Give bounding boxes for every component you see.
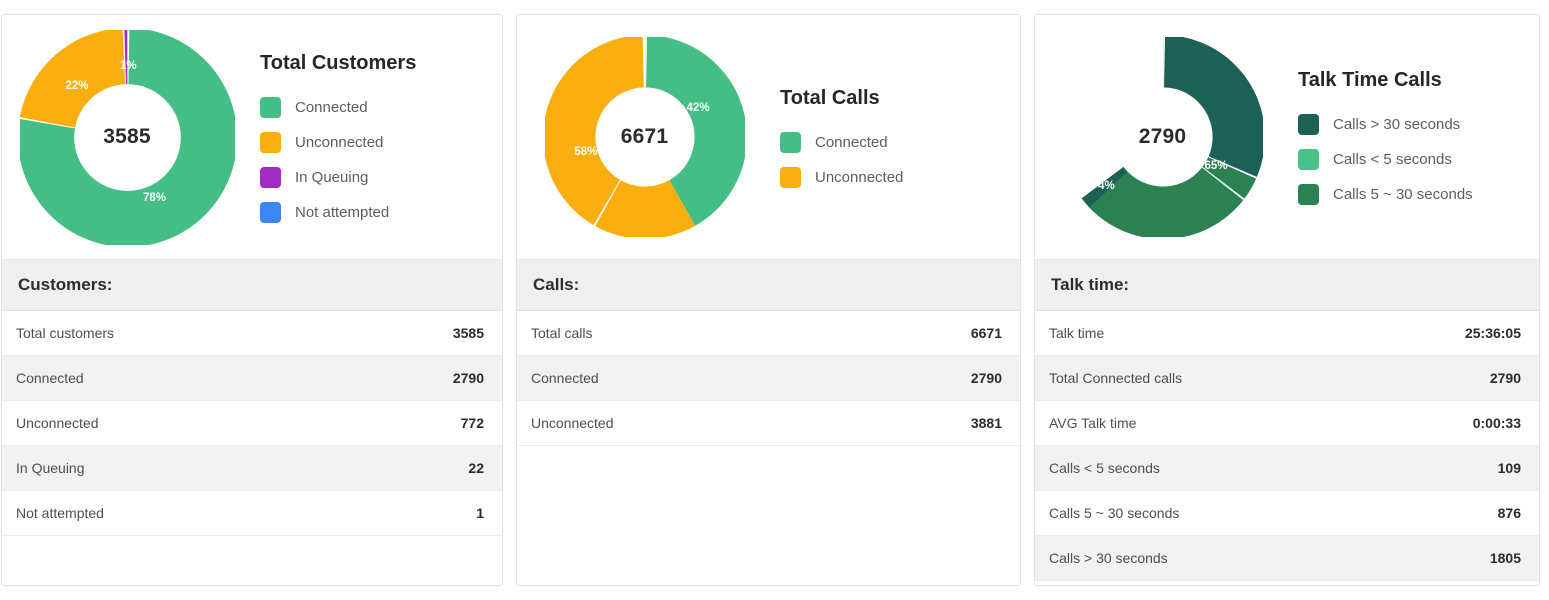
table-row: AVG Talk time 0:00:33 — [1035, 401, 1539, 446]
row-value: 2790 — [970, 370, 1002, 386]
table-header-talk-time: Talk time: — [1035, 260, 1539, 311]
legend-swatch-icon-in-queuing — [260, 166, 281, 188]
row-label: Unconnected — [531, 415, 614, 431]
card-total-calls: 6671 42% 58% Total Calls Connected Uncon… — [516, 14, 1021, 586]
legend-talk-time: Talk Time Calls Calls > 30 seconds Calls… — [1290, 69, 1473, 205]
row-label: Calls < 5 seconds — [1049, 460, 1160, 476]
table-row: Total calls 6671 — [517, 311, 1020, 356]
row-label: Connected — [531, 370, 599, 386]
legend-label-unconnected: Unconnected — [295, 133, 384, 151]
table-body-calls: Total calls 6671 Connected 2790 Unconnec… — [517, 311, 1020, 585]
row-value: 22 — [468, 460, 484, 476]
row-value: 1 — [476, 505, 484, 521]
chart-area-customers: 3585 78% 22% 1% Total Customers Connecte… — [2, 15, 502, 260]
legend-label-calls-under-5: Calls < 5 seconds — [1333, 151, 1452, 168]
row-value: 2790 — [1489, 370, 1521, 386]
donut-svg-customers — [19, 29, 235, 245]
legend-swatch-icon-connected — [260, 96, 281, 118]
row-label: Unconnected — [16, 415, 99, 431]
legend-item-calls-5-to-30[interactable]: Calls 5 ~ 30 seconds — [1298, 184, 1473, 205]
table-row: Total Connected calls 2790 — [1035, 356, 1539, 401]
donut-svg-calls — [544, 37, 745, 237]
legend-item-calls-over-30[interactable]: Calls > 30 seconds — [1298, 114, 1473, 135]
row-value: 3881 — [970, 415, 1002, 431]
legend-label-in-queuing: In Queuing — [295, 168, 369, 186]
chart-title-customers: Total Customers — [260, 51, 417, 74]
chart-title-calls: Total Calls — [780, 86, 880, 109]
row-label: Talk time — [1049, 325, 1105, 341]
table-row: Not attempted 1 — [2, 491, 502, 536]
table-row: Talk time 25:36:05 — [1035, 311, 1539, 356]
table-row: Calls > 30 seconds 1805 — [1035, 536, 1539, 581]
row-label: Calls > 30 seconds — [1049, 550, 1168, 566]
table-row: Total customers 3585 — [2, 311, 502, 356]
row-value: 2790 — [452, 370, 484, 386]
row-label: Total customers — [16, 325, 115, 341]
card-talk-time: 2790 65% 4% 31% Talk Time Calls Calls > … — [1034, 14, 1540, 586]
legend-swatch-icon-calls-over-30 — [1298, 114, 1319, 135]
donut-chart-talk-time[interactable]: 2790 65% 4% 31% — [1035, 15, 1290, 260]
table-row: Connected 2790 — [517, 356, 1020, 401]
row-value: 25:36:05 — [1464, 325, 1521, 341]
legend-label-calls-5-to-30: Calls 5 ~ 30 seconds — [1333, 186, 1473, 203]
row-label: Calls 5 ~ 30 seconds — [1049, 505, 1180, 521]
row-label: Total Connected calls — [1049, 370, 1183, 386]
donut-svg-talk-time — [1062, 37, 1263, 237]
card-total-customers: 3585 78% 22% 1% Total Customers Connecte… — [1, 14, 503, 586]
legend-item-unconnected[interactable]: Unconnected — [780, 166, 904, 188]
table-body-customers: Total customers 3585 Connected 2790 Unco… — [2, 311, 502, 585]
row-value: 772 — [460, 415, 484, 431]
legend-customers: Total Customers Connected Unconnected In… — [252, 52, 416, 223]
legend-item-connected[interactable]: Connected — [260, 96, 416, 118]
table-header-customers: Customers: — [2, 260, 502, 311]
legend-item-not-attempted[interactable]: Not attempted — [260, 201, 416, 223]
chart-area-calls: 6671 42% 58% Total Calls Connected Uncon… — [517, 15, 1020, 260]
row-label: Total calls — [531, 325, 593, 341]
legend-calls: Total Calls Connected Unconnected — [772, 87, 903, 188]
legend-label-connected: Connected — [295, 98, 368, 116]
table-row: In Queuing 22 — [2, 446, 502, 491]
chart-title-talk-time: Talk Time Calls — [1298, 69, 1442, 91]
dashboard-root: 3585 78% 22% 1% Total Customers Connecte… — [0, 0, 1549, 600]
table-body-talk-time: Talk time 25:36:05 Total Connected calls… — [1035, 311, 1539, 585]
donut-chart-customers[interactable]: 3585 78% 22% 1% — [2, 15, 252, 260]
legend-swatch-icon-calls-5-to-30 — [1298, 184, 1319, 205]
legend-swatch-icon-not-attempted — [260, 201, 281, 223]
row-label: Connected — [16, 370, 84, 386]
table-row: Unconnected 3881 — [517, 401, 1020, 446]
legend-swatch-icon-unconnected — [260, 131, 281, 153]
row-label: In Queuing — [16, 460, 85, 476]
row-value: 109 — [1497, 460, 1521, 476]
legend-label-connected: Connected — [815, 133, 888, 151]
table-row: Calls 5 ~ 30 seconds 876 — [1035, 491, 1539, 536]
row-value: 3585 — [452, 325, 484, 341]
row-label: AVG Talk time — [1049, 415, 1137, 431]
table-row: Connected 2790 — [2, 356, 502, 401]
legend-item-in-queuing[interactable]: In Queuing — [260, 166, 416, 188]
table-header-calls: Calls: — [517, 260, 1020, 311]
legend-item-calls-under-5[interactable]: Calls < 5 seconds — [1298, 149, 1473, 170]
row-value: 876 — [1497, 505, 1521, 521]
row-label: Not attempted — [16, 505, 104, 521]
legend-item-connected[interactable]: Connected — [780, 131, 903, 153]
table-row: Calls < 5 seconds 109 — [1035, 446, 1539, 491]
row-value: 6671 — [970, 325, 1002, 341]
row-value: 0:00:33 — [1472, 415, 1521, 431]
chart-area-talk-time: 2790 65% 4% 31% Talk Time Calls Calls > … — [1035, 15, 1539, 260]
row-value: 1805 — [1489, 550, 1521, 566]
legend-label-unconnected: Unconnected — [815, 168, 904, 186]
legend-label-calls-over-30: Calls > 30 seconds — [1333, 116, 1461, 133]
legend-label-not-attempted: Not attempted — [295, 203, 390, 221]
table-row: Unconnected 772 — [2, 401, 502, 446]
legend-swatch-icon-unconnected — [780, 166, 801, 188]
donut-chart-calls[interactable]: 6671 42% 58% — [517, 15, 772, 260]
legend-swatch-icon-calls-under-5 — [1298, 149, 1319, 170]
legend-swatch-icon-connected — [780, 131, 801, 153]
legend-item-unconnected[interactable]: Unconnected — [260, 131, 416, 153]
